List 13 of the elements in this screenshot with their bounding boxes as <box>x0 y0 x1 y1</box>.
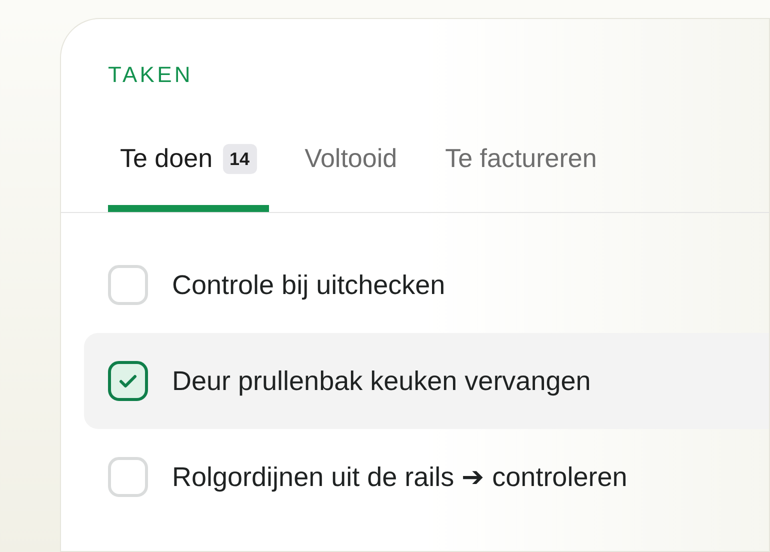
task-label: Controle bij uitchecken <box>172 268 446 302</box>
task-row[interactable]: Rolgordijnen uit de rails ➔ controleren <box>84 429 769 525</box>
tab[interactable]: Te factureren <box>433 140 609 212</box>
check-icon <box>119 374 137 388</box>
task-row[interactable]: Controle bij uitchecken <box>84 237 769 333</box>
task-label: Deur prullenbak keuken vervangen <box>172 364 591 398</box>
tab[interactable]: Te doen 14 <box>108 140 269 212</box>
task-label: Rolgordijnen uit de rails ➔ controleren <box>172 460 628 494</box>
checkbox[interactable] <box>108 361 148 401</box>
task-row[interactable]: Deur prullenbak keuken vervangen <box>84 333 769 429</box>
section-title: TAKEN <box>107 61 194 89</box>
tab[interactable]: Voltooid <box>292 140 410 212</box>
count-badge: 14 <box>222 144 257 174</box>
